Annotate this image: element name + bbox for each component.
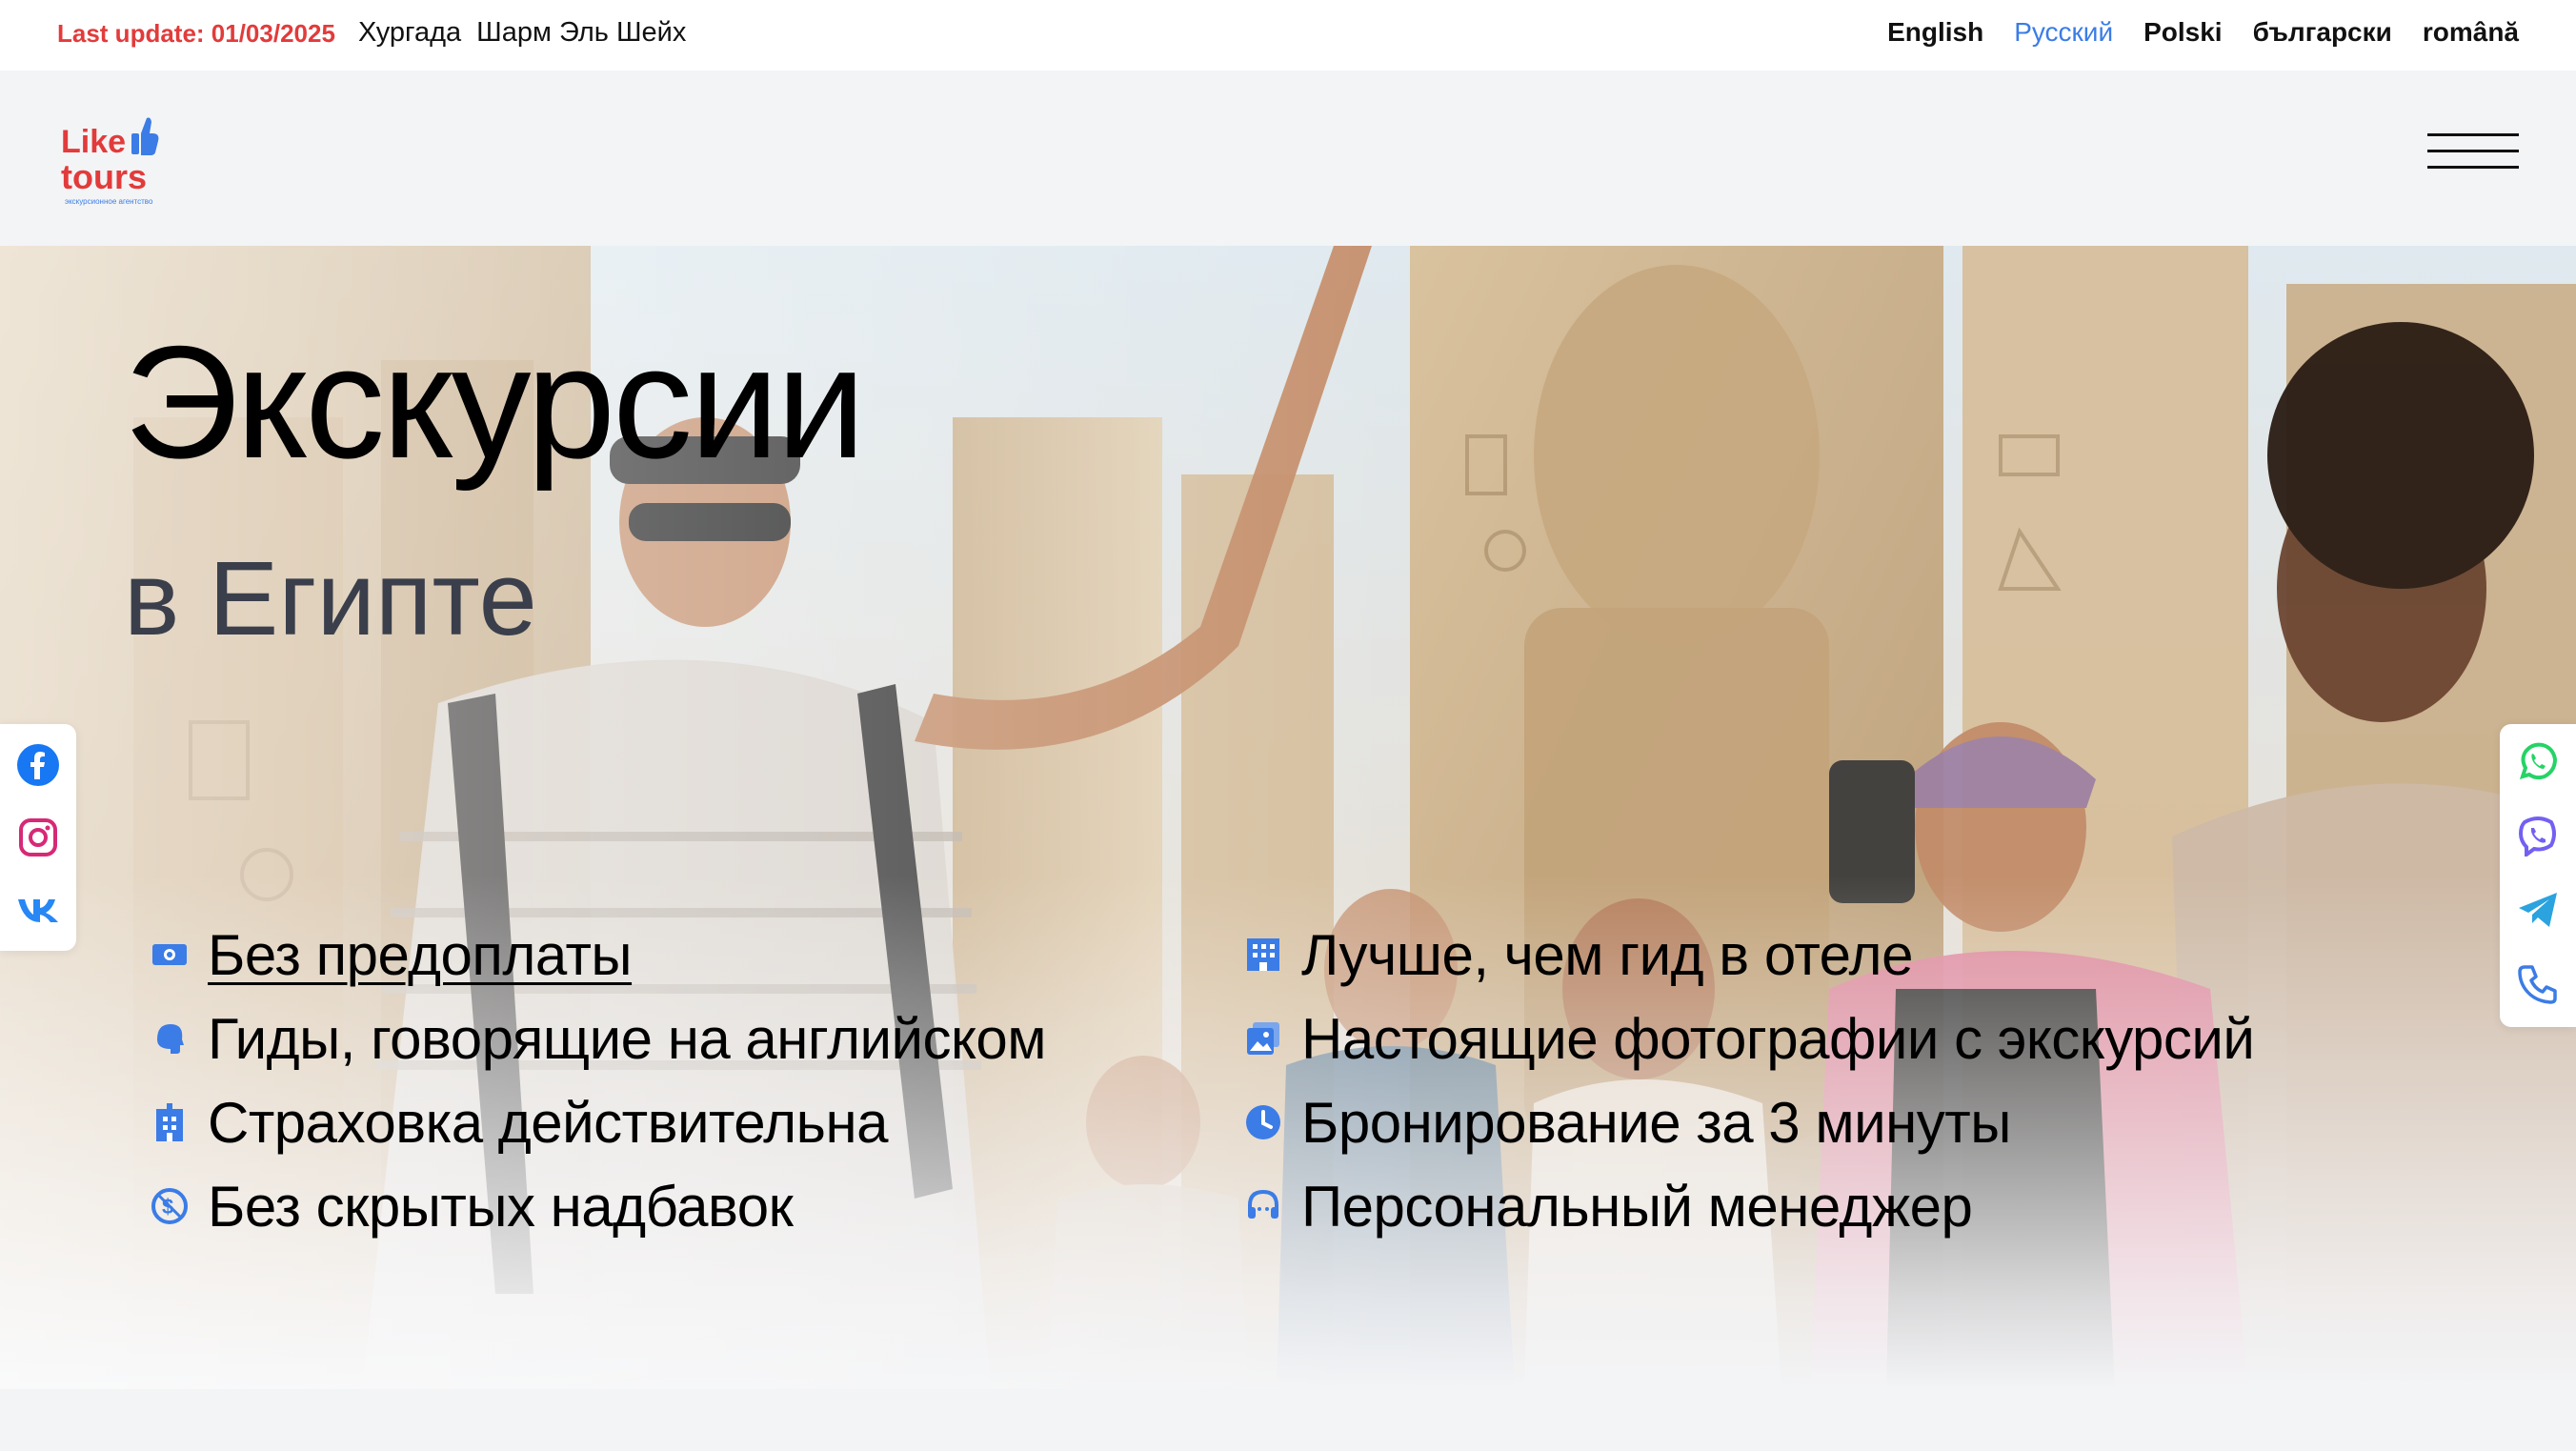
feature-item: Без предоплаты [151,913,1046,997]
feature-text: Без скрытых надбавок [208,1174,794,1239]
site-header: Like tours экскурсионное агентство [0,71,2576,246]
no-prepayment-link[interactable]: Без предоплаты [208,922,633,988]
top-bar: Last update: 01/03/2025 Хургада Шарм Эль… [0,0,2576,71]
headset-icon [1244,1187,1282,1225]
feature-item: Персональный менеджер [1244,1164,2254,1248]
logo-tagline: экскурсионное агентство [65,197,153,206]
clock-icon [1244,1103,1282,1141]
feature-item: Гиды, говорящие на английском [151,997,1047,1080]
logo-line1: Like [61,124,126,160]
telegram-icon[interactable] [2516,888,2560,932]
whatsapp-icon[interactable] [2516,739,2560,783]
facebook-icon[interactable] [16,743,60,787]
feature-text: Страховка действительна [208,1090,888,1155]
city-link-hurghada[interactable]: Хургада [358,17,461,49]
lang-english[interactable]: English [1887,17,1983,48]
logo-line2: tours [61,157,147,196]
feature-text: Персональный менеджер [1301,1174,1973,1239]
site-logo[interactable]: Like tours экскурсионное агентство [59,114,177,210]
features-list-right: Лучше, чем гид в отеле Настоящие фотогра… [1244,913,2255,1248]
lang-bulgarian[interactable]: български [2253,17,2392,48]
speaking-head-icon [151,1019,189,1058]
feature-item: Бронирование за 3 минуты [1244,1080,2254,1164]
no-dollar-icon: $ [151,1187,189,1225]
social-links-dock [0,724,76,951]
phone-icon[interactable] [2516,962,2560,1006]
hamburger-line [2427,166,2519,169]
feature-text: Настоящие фотографии с экскурсий [1301,1006,2255,1071]
viber-icon[interactable] [2516,814,2560,857]
city-nav: Хургада Шарм Эль Шейх [358,17,686,49]
feature-item: $ Без скрытых надбавок [151,1164,1046,1248]
thumbs-up-icon [131,117,159,155]
hero-title: Экскурсии [124,312,866,492]
instagram-icon[interactable] [16,816,60,859]
photos-icon [1244,1019,1282,1058]
feature-text: Бронирование за 3 минуты [1301,1090,2011,1155]
feature-text: Гиды, говорящие на английском [208,1006,1047,1071]
feature-item: Лучше, чем гид в отеле [1244,913,2254,997]
features-list-left: Без предоплаты Гиды, говорящие на англий… [151,913,1047,1248]
city-link-sharm[interactable]: Шарм Эль Шейх [476,17,686,49]
hamburger-line [2427,133,2519,136]
hospital-icon [151,1103,189,1141]
language-switcher: English Русский Polski български română [1887,17,2519,48]
feature-item: Страховка действительна [151,1080,1046,1164]
hero-subtitle: в Египте [124,540,537,657]
messenger-dock [2500,724,2576,1027]
menu-toggle-button[interactable] [2427,133,2519,177]
last-update-label: Last update: 01/03/2025 [57,19,335,48]
lang-russian[interactable]: Русский [2014,17,2113,48]
vk-icon[interactable] [16,888,60,932]
money-icon [151,936,189,974]
lang-romanian[interactable]: română [2423,17,2519,48]
lang-polish[interactable]: Polski [2143,17,2222,48]
hotel-icon [1244,936,1282,974]
hamburger-line [2427,150,2519,152]
hero-section: Экскурсии в Египте Без предоплаты Гиды, … [0,246,2576,1389]
feature-item: Настоящие фотографии с экскурсий [1244,997,2255,1080]
feature-text: Лучше, чем гид в отеле [1301,922,1913,987]
